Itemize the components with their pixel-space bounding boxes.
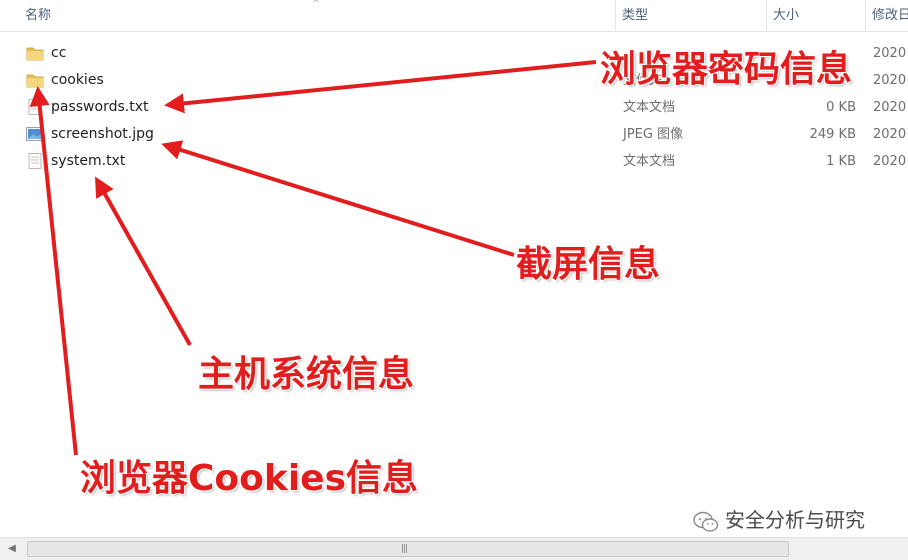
file-size: 249 KB xyxy=(809,127,856,142)
file-name: cc xyxy=(51,45,67,61)
file-row-passwords[interactable]: passwords.txt 文本文档 0 KB 2020 xyxy=(0,94,908,121)
scrollbar-thumb[interactable]: ||| xyxy=(27,541,789,557)
arrow-to-system xyxy=(95,176,192,346)
scroll-left-button[interactable]: ◀ xyxy=(4,541,20,557)
file-row-system[interactable]: system.txt 文本文档 1 KB 2020 xyxy=(0,148,908,175)
folder-icon xyxy=(26,47,44,61)
folder-icon xyxy=(26,74,44,88)
scrollbar-grip-icon: ||| xyxy=(401,544,408,554)
file-date: 2020 xyxy=(873,73,907,88)
file-type: 文本文档 xyxy=(623,154,676,169)
file-date: 2020 xyxy=(873,154,907,169)
annotation-cookies: 浏览器Cookies信息 xyxy=(80,458,419,499)
file-name: passwords.txt xyxy=(51,99,149,115)
text-file-icon xyxy=(28,99,42,115)
file-name: system.txt xyxy=(51,153,126,169)
annotation-screenshot: 截屏信息 xyxy=(516,244,661,285)
file-type: JPEG 图像 xyxy=(623,127,684,142)
image-file-icon xyxy=(26,127,44,141)
column-size-header[interactable]: 大小 xyxy=(767,0,865,31)
sort-arrow-icon: ^ xyxy=(312,0,320,9)
file-name: cookies xyxy=(51,72,104,88)
file-size: 1 KB xyxy=(826,154,856,169)
file-date: 2020 xyxy=(873,100,907,115)
column-date-header[interactable]: 修改日 xyxy=(866,0,908,31)
horizontal-scrollbar[interactable]: ◀ ||| xyxy=(0,537,908,560)
file-name: screenshot.jpg xyxy=(51,126,154,142)
file-date: 2020 xyxy=(873,127,907,142)
wechat-icon xyxy=(693,511,719,532)
file-type: 文本文档 xyxy=(623,100,676,115)
file-row-screenshot[interactable]: screenshot.jpg JPEG 图像 249 KB 2020 xyxy=(0,121,908,148)
annotation-system: 主机系统信息 xyxy=(198,354,415,395)
file-size: 0 KB xyxy=(826,100,856,115)
file-date: 2020 xyxy=(873,46,907,61)
column-type-header[interactable]: 类型 xyxy=(616,0,766,31)
watermark-text: 安全分析与研究 xyxy=(725,508,865,532)
column-header: 名称 ^ 类型 大小 修改日 xyxy=(0,0,908,32)
watermark: 安全分析与研究 xyxy=(693,505,865,535)
text-file-icon xyxy=(28,153,42,169)
annotation-passwords: 浏览器密码信息 xyxy=(600,49,853,90)
